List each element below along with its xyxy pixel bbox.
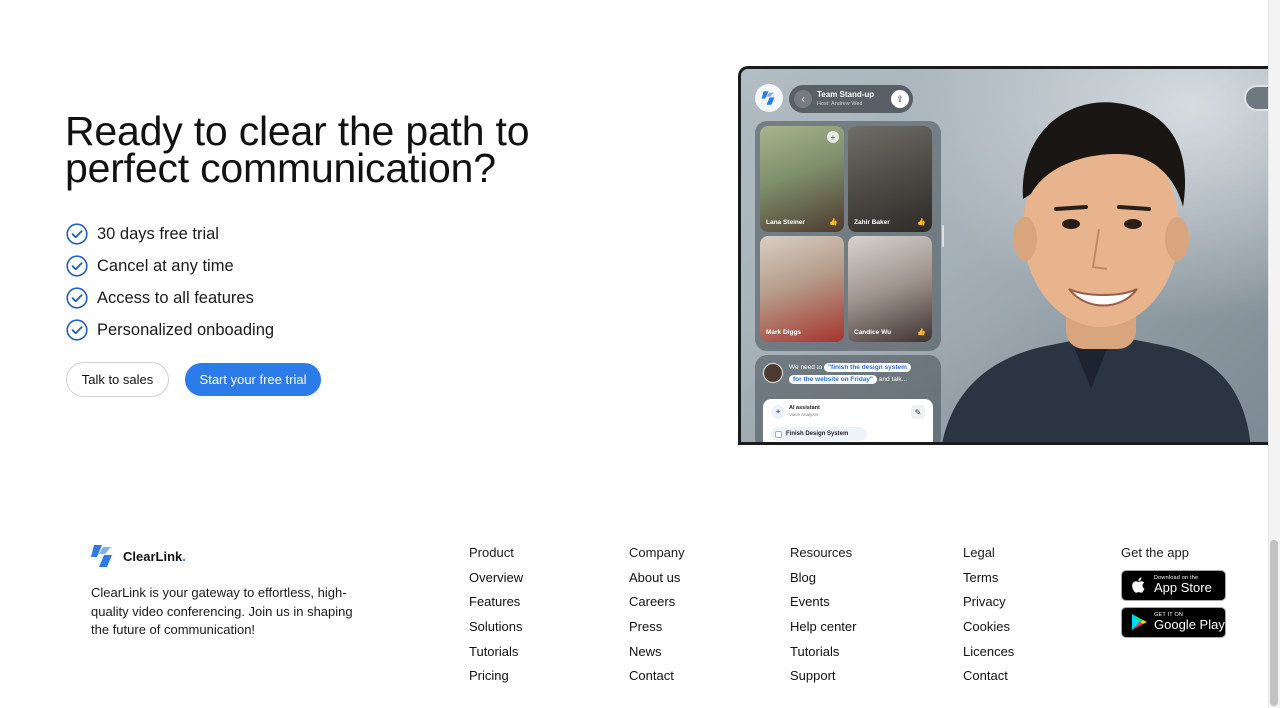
apple-icon (1132, 577, 1145, 593)
participant-name: Zahir Baker (854, 219, 890, 226)
footer-link-blog[interactable]: Blog (790, 570, 856, 595)
self-avatar (1244, 85, 1270, 111)
participant-name: Lana Steiner (766, 219, 806, 226)
thumbs-up-icon: 👍 (829, 219, 838, 226)
footer-link-support[interactable]: Support (790, 668, 856, 693)
footer-column-legal: Legal Terms Privacy Cookies Licences Con… (963, 545, 1014, 693)
feature-label: Cancel at any time (97, 256, 234, 275)
chat-highlight: "finish the design system (823, 363, 911, 372)
chat-suffix: and talk... (878, 376, 908, 383)
feature-label: Access to all features (97, 288, 254, 307)
footer-link-contact[interactable]: Contact (963, 668, 1014, 693)
task-label: Finish Design System (786, 431, 849, 437)
feature-item: Personalized onboading (66, 314, 274, 346)
feature-item: 30 days free trial (66, 218, 274, 250)
hero-title: Ready to clear the path to perfect commu… (65, 108, 530, 191)
share-icon: ⇪ (891, 90, 909, 108)
chat-panel: We need to "finish the design system for… (755, 355, 941, 442)
column-heading: Company (629, 545, 685, 560)
ai-subtitle: Voice Analyzer (789, 412, 819, 417)
participant-tile: Candice Wu 👍 (848, 236, 932, 342)
column-heading: Legal (963, 545, 995, 560)
google-play-button[interactable]: GET IT ON Google Play (1121, 606, 1226, 638)
participant-name: Candice Wu (854, 329, 892, 336)
meeting-title: Team Stand-up (817, 90, 875, 99)
footer-link-cookies[interactable]: Cookies (963, 619, 1014, 644)
checkbox-icon (775, 430, 782, 438)
edit-icon: ✎ (911, 405, 925, 419)
column-heading: Resources (790, 545, 853, 560)
back-icon: ‹ (794, 90, 812, 108)
resize-handle (942, 225, 944, 247)
brand-description: ClearLink is your gateway to effortless,… (91, 585, 353, 638)
footer-link-overview[interactable]: Overview (469, 570, 523, 595)
footer-column-company: Company About us Careers Press News Cont… (629, 545, 685, 693)
chat-line-2: for the website on Friday" and talk... (789, 375, 908, 384)
meeting-host: Host: Andrew Wed (817, 101, 863, 107)
footer-link-about-us[interactable]: About us (629, 570, 685, 595)
participant-tile: Mark Diggs (760, 236, 844, 342)
footer-link-press[interactable]: Press (629, 619, 685, 644)
ai-title: AI assistant (789, 405, 820, 411)
page-scrollbar[interactable] (1268, 0, 1280, 708)
ai-assistant-card: ✦ AI assistant Voice Analyzer ✎ Finish D… (763, 399, 933, 442)
chat-highlight: for the website on Friday" (789, 375, 878, 384)
check-circle-icon (66, 223, 88, 245)
app-logo-icon (755, 84, 783, 112)
chat-avatar (763, 363, 783, 383)
chat-line-1: We need to "finish the design system (789, 363, 911, 372)
footer-link-news[interactable]: News (629, 644, 685, 669)
meeting-header: ‹ Team Stand-up Host: Andrew Wed ⇪ (789, 85, 913, 113)
footer-link-tutorials[interactable]: Tutorials (469, 644, 523, 669)
brand-dot: . (182, 548, 186, 564)
participant-tile: + Lana Steiner 👍 (760, 126, 844, 232)
brand-name: ClearLink (123, 548, 183, 564)
thumbs-up-icon: 👍 (917, 329, 926, 336)
main-speaker-image (942, 102, 1251, 442)
start-free-trial-button[interactable]: Start your free trial (185, 363, 321, 396)
footer-column-app: Get the app Download on the App Store GE… (1121, 545, 1226, 644)
participants-panel: + Lana Steiner 👍 Zahir Baker 👍 Mark Digg… (755, 121, 941, 351)
footer-link-licences[interactable]: Licences (963, 644, 1014, 669)
chat-prefix: We need to (789, 364, 823, 371)
feature-item: Access to all features (66, 282, 274, 314)
clearlink-logo-icon (91, 545, 112, 567)
googleplay-big-text: Google Play (1154, 617, 1225, 633)
footer-brand[interactable]: ClearLink. (91, 543, 186, 569)
footer-link-careers[interactable]: Careers (629, 594, 685, 619)
footer-link-help-center[interactable]: Help center (790, 619, 856, 644)
footer-link-solutions[interactable]: Solutions (469, 619, 523, 644)
add-icon: + (827, 131, 839, 143)
google-play-icon (1132, 614, 1147, 631)
scrollbar-thumb[interactable] (1270, 540, 1278, 706)
footer-column-product: Product Overview Features Solutions Tuto… (469, 545, 523, 693)
feature-label: 30 days free trial (97, 224, 219, 243)
footer-link-tutorials[interactable]: Tutorials (790, 644, 856, 669)
check-circle-icon (66, 287, 88, 309)
footer-link-contact[interactable]: Contact (629, 668, 685, 693)
check-circle-icon (66, 255, 88, 277)
feature-list: 30 days free trial Cancel at any time Ac… (66, 218, 274, 346)
column-heading: Get the app (1121, 545, 1189, 560)
sparkle-icon: ✦ (771, 405, 785, 419)
footer-link-terms[interactable]: Terms (963, 570, 1014, 595)
footer-link-pricing[interactable]: Pricing (469, 668, 523, 693)
feature-label: Personalized onboading (97, 320, 275, 339)
feature-item: Cancel at any time (66, 250, 274, 282)
talk-to-sales-button[interactable]: Talk to sales (66, 362, 169, 397)
task-chip: Finish Design System (771, 427, 867, 441)
footer-link-events[interactable]: Events (790, 594, 856, 619)
column-heading: Product (469, 545, 514, 560)
participant-name: Mark Diggs (766, 329, 802, 336)
participant-tile: Zahir Baker 👍 (848, 126, 932, 232)
thumbs-up-icon: 👍 (917, 219, 926, 226)
footer-link-features[interactable]: Features (469, 594, 523, 619)
footer-column-resources: Resources Blog Events Help center Tutori… (790, 545, 856, 693)
appstore-big-text: App Store (1154, 580, 1212, 596)
video-call-preview: ‹ Team Stand-up Host: Andrew Wed ⇪ + Lan… (738, 66, 1270, 445)
check-circle-icon (66, 319, 88, 341)
footer-link-privacy[interactable]: Privacy (963, 594, 1014, 619)
app-store-button[interactable]: Download on the App Store (1121, 569, 1226, 601)
